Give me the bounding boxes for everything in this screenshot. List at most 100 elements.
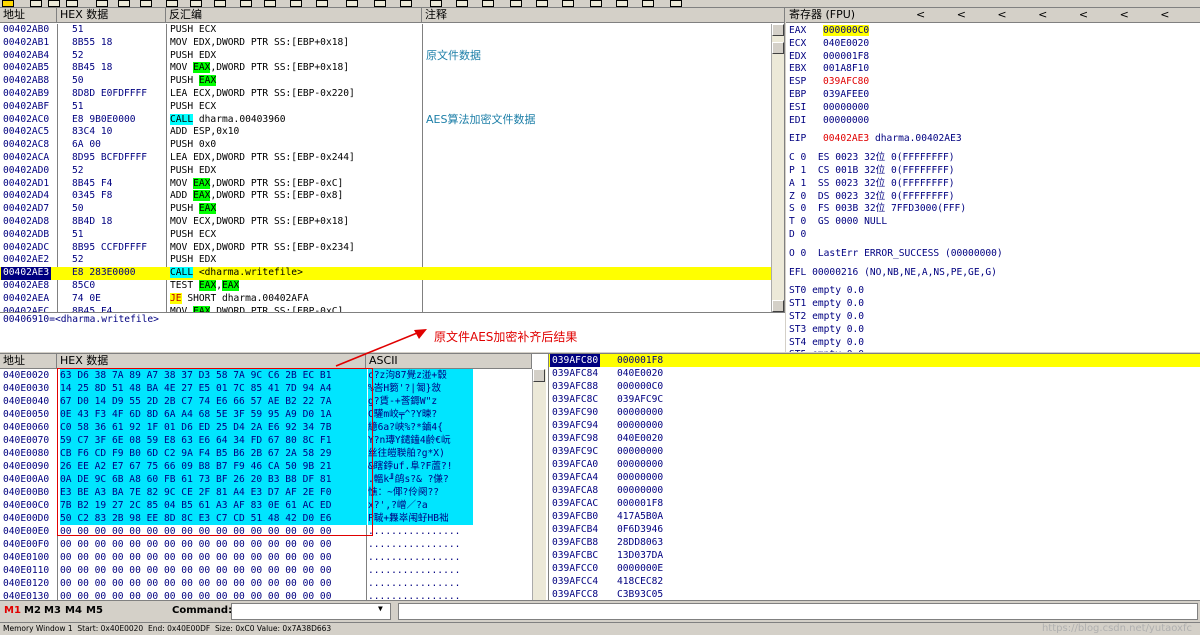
disasm-header-hex[interactable]: HEX 数据 xyxy=(57,8,166,23)
registers-header[interactable]: 寄存器 (FPU) < < < < < < < xyxy=(786,8,1200,23)
disasm-row[interactable]: 00402AD7 50 PUSH EAX xyxy=(0,203,772,216)
disasm-row[interactable]: 00402AE3 E8 283E0000 CALL <dharma.writefil… xyxy=(0,267,772,280)
toolbar-button-11[interactable] xyxy=(240,0,252,7)
fpu-register[interactable]: ST3 empty 0.0 xyxy=(789,324,864,337)
flag-row[interactable]: T 0 GS 0000 NULL xyxy=(789,216,887,229)
dump-header-hex[interactable]: HEX 数据 xyxy=(57,354,366,369)
stack-row[interactable]: 039AFC88 000000C0 xyxy=(549,380,1200,393)
dump-row[interactable]: 040E0120 00 00 00 00 00 00 00 00 00 00 00… xyxy=(0,577,548,590)
disasm-row[interactable]: 00402AE2 52 PUSH EDX xyxy=(0,254,772,267)
disasm-row[interactable]: 00402AD4 0345 F8 ADD EAX,DWORD PTR SS:[EBP… xyxy=(0,190,772,203)
registers-nav-arrows[interactable]: < < < < < < < xyxy=(916,8,1170,22)
scroll-thumb[interactable] xyxy=(772,42,784,54)
stack-row[interactable]: 039AFCA4 00000000 xyxy=(549,471,1200,484)
stack-row[interactable]: 039AFC80 000001F8 xyxy=(549,354,1200,367)
toolbar-button-3[interactable] xyxy=(48,0,60,7)
toolbar-button-14[interactable] xyxy=(316,0,328,7)
disasm-row[interactable]: 00402AE8 85C0 TEST EAX,EAX xyxy=(0,279,772,293)
toolbar-button-13[interactable] xyxy=(290,0,302,7)
flag-row[interactable]: S 0 FS 003B 32位 7FFD3000(FFF) xyxy=(789,203,966,216)
fpu-register[interactable]: ST4 empty 0.0 xyxy=(789,337,864,350)
disasm-row[interactable]: 00402ADC 8B95 CCFDFFFF MOV EDX,DWORD PTR S… xyxy=(0,242,772,255)
tab-m2[interactable]: M2 xyxy=(24,605,41,616)
register-eax[interactable]: EAX 000000C0 xyxy=(789,25,870,38)
flag-row[interactable]: D 0 xyxy=(789,229,806,242)
chevron-down-icon[interactable]: ▼ xyxy=(378,604,383,613)
command-output-field[interactable] xyxy=(398,603,1198,620)
scroll-down-button[interactable] xyxy=(772,300,784,312)
disasm-row[interactable]: 00402AB4 52 PUSH EDX 原文件数据 xyxy=(0,49,772,63)
disasm-row[interactable]: 00402AC8 6A 00 PUSH 0x0 xyxy=(0,139,772,152)
register-eip[interactable]: EIP 00402AE3 dharma.00402AE3 xyxy=(789,133,962,146)
toolbar-button-1[interactable] xyxy=(2,0,14,7)
disasm-row[interactable]: 00402AB9 8D8D E0FDFFFF LEA ECX,DWORD PTR S… xyxy=(0,88,772,101)
disasm-row[interactable]: 00402AC0 E8 9B0E0000 CALL dharma.00403960 A… xyxy=(0,113,772,127)
flag-row[interactable]: A 1 SS 0023 32位 0(FFFFFFFF) xyxy=(789,178,955,191)
register-esp[interactable]: ESP 039AFC80 xyxy=(789,76,869,89)
toolbar-button-23[interactable] xyxy=(562,0,574,7)
stack-row[interactable]: 039AFC9C 00000000 xyxy=(549,445,1200,458)
tab-m5[interactable]: M5 xyxy=(86,605,103,616)
disasm-row[interactable]: 00402ABF 51 PUSH ECX xyxy=(0,101,772,114)
stack-row[interactable]: 039AFC90 00000000 xyxy=(549,406,1200,419)
tab-m4[interactable]: M4 xyxy=(65,605,82,616)
toolbar-button-5[interactable] xyxy=(96,0,108,7)
stack-row[interactable]: 039AFCC8 C3B93C05 xyxy=(549,588,1200,600)
dump-row[interactable]: 040E00F0 00 00 00 00 00 00 00 00 00 00 00… xyxy=(0,538,548,551)
register-ebx[interactable]: EBX 001A8F10 xyxy=(789,63,869,76)
tab-m1[interactable]: M1 xyxy=(4,605,21,616)
stack-row[interactable]: 039AFC8C 039AFC9C xyxy=(549,393,1200,406)
dump-row[interactable]: 040E0130 00 00 00 00 00 00 00 00 00 00 00… xyxy=(0,590,548,600)
flag-row[interactable]: P 1 CS 001B 32位 0(FFFFFFFF) xyxy=(789,165,955,178)
fpu-register[interactable]: ST5 empty 0.0 xyxy=(789,349,864,352)
stack-pane[interactable]: 039AFC80 000001F8 039AFC84 040E0020 039AFC88… xyxy=(548,353,1200,600)
register-esi[interactable]: ESI 00000000 xyxy=(789,102,869,115)
disasm-header-comment[interactable]: 注释 xyxy=(422,8,784,23)
dump-scrollbar[interactable] xyxy=(532,369,546,600)
toolbar-button-12[interactable] xyxy=(264,0,276,7)
disasm-row[interactable]: 00402AD1 8B45 F4 MOV EAX,DWORD PTR SS:[EBP… xyxy=(0,177,772,191)
stack-row[interactable]: 039AFCAC 000001F8 xyxy=(549,497,1200,510)
stack-row[interactable]: 039AFCB4 0F6D3946 xyxy=(549,523,1200,536)
stack-row[interactable]: 039AFC98 040E0020 xyxy=(549,432,1200,445)
toolbar-button-9[interactable] xyxy=(190,0,202,7)
toolbar-button-2[interactable] xyxy=(30,0,42,7)
toolbar-button-26[interactable] xyxy=(642,0,654,7)
disasm-row[interactable]: 00402AB0 51 PUSH ECX xyxy=(0,24,772,37)
registers-pane[interactable]: 寄存器 (FPU) < < < < < < < EAX 000000C0 ECX 04… xyxy=(786,8,1200,352)
register-ecx[interactable]: ECX 040E0020 xyxy=(789,38,869,51)
disasm-row[interactable]: 00402ACA 8D95 BCFDFFFF LEA EDX,DWORD PTR S… xyxy=(0,152,772,165)
stack-row[interactable]: 039AFC84 040E0020 xyxy=(549,367,1200,380)
register-edi[interactable]: EDI 00000000 xyxy=(789,115,869,128)
dump-scroll-up[interactable] xyxy=(533,369,545,382)
disassembly-pane[interactable]: 地址 HEX 数据 反汇编 注释 00402AB0 51 PUSH ECX 00402… xyxy=(0,8,785,312)
register-ebp[interactable]: EBP 039AFEE0 xyxy=(789,89,869,102)
disasm-row[interactable]: 00402AB8 50 PUSH EAX xyxy=(0,75,772,88)
stack-row[interactable]: 039AFCA8 00000000 xyxy=(549,484,1200,497)
disasm-row[interactable]: 00402AC5 83C4 10 ADD ESP,0x10 xyxy=(0,126,772,139)
flag-row[interactable]: C 0 ES 0023 32位 0(FFFFFFFF) xyxy=(789,152,955,165)
flag-row[interactable]: O 0 LastErr ERROR_SUCCESS (00000000) xyxy=(789,248,1003,261)
disasm-row[interactable]: 00402AB5 8B45 18 MOV EAX,DWORD PTR SS:[EBP… xyxy=(0,62,772,75)
toolbar-button-15[interactable] xyxy=(346,0,358,7)
stack-row[interactable]: 039AFCBC 13D037DA xyxy=(549,549,1200,562)
toolbar-button-21[interactable] xyxy=(510,0,522,7)
disasm-row[interactable]: 00402ADB 51 PUSH ECX xyxy=(0,229,772,242)
stack-row[interactable]: 039AFCB8 28DD8063 xyxy=(549,536,1200,549)
scroll-up-button[interactable] xyxy=(772,24,784,36)
toolbar-button-20[interactable] xyxy=(482,0,494,7)
disasm-header-disasm[interactable]: 反汇编 xyxy=(166,8,422,23)
toolbar-button-18[interactable] xyxy=(430,0,442,7)
toolbar-button-27[interactable] xyxy=(670,0,682,7)
toolbar-button-16[interactable] xyxy=(374,0,386,7)
stack-row[interactable]: 039AFC94 00000000 xyxy=(549,419,1200,432)
fpu-register[interactable]: ST0 empty 0.0 xyxy=(789,285,864,298)
toolbar-button-6[interactable] xyxy=(118,0,130,7)
toolbar-button-19[interactable] xyxy=(456,0,468,7)
toolbar-button-4[interactable] xyxy=(66,0,78,7)
dump-header-address[interactable]: 地址 xyxy=(0,354,57,369)
toolbar-button-7[interactable] xyxy=(140,0,152,7)
disasm-row[interactable]: 00402AEA 74 0E JE SHORT dharma.00402AFA xyxy=(0,292,772,306)
register-efl[interactable]: EFL 00000216 (NO,NB,NE,A,NS,PE,GE,G) xyxy=(789,267,997,280)
disasm-scrollbar[interactable] xyxy=(771,24,784,312)
